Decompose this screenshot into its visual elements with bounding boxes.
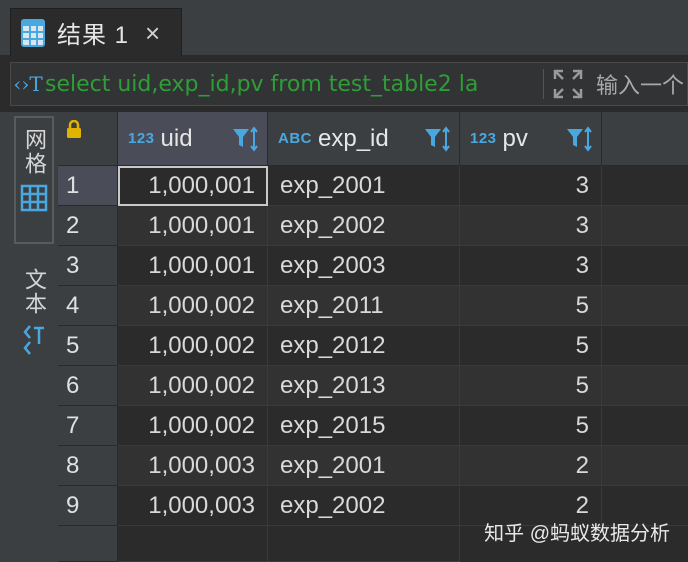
filter-sort-icon[interactable] bbox=[231, 125, 259, 153]
row-number[interactable]: 3 bbox=[58, 246, 118, 286]
cell-pv[interactable]: 5 bbox=[460, 326, 602, 366]
filler-cell bbox=[602, 206, 688, 246]
filter-sort-icon[interactable] bbox=[423, 125, 451, 153]
text-view-button[interactable]: 文本 bbox=[14, 262, 54, 372]
cell-exp-id[interactable]: exp_2002 bbox=[268, 486, 460, 526]
filler-cell bbox=[602, 246, 688, 286]
filler-cell bbox=[602, 366, 688, 406]
column-header-pv[interactable]: 123 pv bbox=[460, 112, 602, 166]
empty-cell bbox=[268, 526, 460, 562]
cell-pv[interactable]: 5 bbox=[460, 286, 602, 326]
cell-pv[interactable]: 5 bbox=[460, 406, 602, 446]
filler-cell bbox=[602, 286, 688, 326]
grid-icon bbox=[20, 184, 48, 212]
row-number[interactable]: 4 bbox=[58, 286, 118, 326]
cell-uid[interactable]: 1,000,003 bbox=[118, 446, 268, 486]
tab-results-1[interactable]: 结果 1 × bbox=[10, 8, 182, 56]
cell-exp-id[interactable]: exp_2003 bbox=[268, 246, 460, 286]
cell-pv[interactable]: 5 bbox=[460, 366, 602, 406]
cell-uid[interactable]: 1,000,002 bbox=[118, 366, 268, 406]
text-view-label: 文本 bbox=[22, 268, 47, 316]
cell-uid[interactable]: 1,000,002 bbox=[118, 406, 268, 446]
filler-cell bbox=[602, 326, 688, 366]
grid-corner bbox=[58, 112, 118, 166]
filter-query-input[interactable]: select uid,exp_id,pv from test_table2 la bbox=[45, 72, 539, 97]
view-mode-panel: 网格 文本 bbox=[0, 112, 58, 562]
row-number[interactable]: 1 bbox=[58, 166, 118, 206]
row-number[interactable]: 2 bbox=[58, 206, 118, 246]
column-name: uid bbox=[160, 124, 193, 152]
cell-exp-id[interactable]: exp_2012 bbox=[268, 326, 460, 366]
empty-cell bbox=[118, 526, 268, 562]
text-type-icon: ABC bbox=[278, 130, 312, 147]
filter-divider bbox=[543, 69, 544, 99]
row-number[interactable]: 6 bbox=[58, 366, 118, 406]
row-number[interactable]: 7 bbox=[58, 406, 118, 446]
column-name: pv bbox=[502, 124, 528, 152]
grid-view-label: 网格 bbox=[22, 128, 47, 176]
cell-pv[interactable]: 3 bbox=[460, 166, 602, 206]
cell-exp-id[interactable]: exp_2001 bbox=[268, 446, 460, 486]
filler-cell bbox=[602, 406, 688, 446]
cell-pv[interactable]: 3 bbox=[460, 206, 602, 246]
numeric-type-icon: 123 bbox=[470, 130, 497, 147]
close-icon[interactable]: × bbox=[145, 20, 160, 46]
table-grid-icon bbox=[21, 18, 45, 47]
numeric-type-icon: 123 bbox=[128, 130, 155, 147]
filler-cell bbox=[602, 166, 688, 206]
grid-view-button[interactable]: 网格 bbox=[14, 116, 54, 244]
filter-placeholder-input[interactable]: 输入一个 bbox=[588, 68, 687, 100]
filter-sort-icon[interactable] bbox=[565, 125, 593, 153]
column-header-uid[interactable]: 123 uid bbox=[118, 112, 268, 166]
cell-exp-id[interactable]: exp_2013 bbox=[268, 366, 460, 406]
rownum-filler bbox=[58, 526, 118, 562]
sql-editor-glyph: ‹›T bbox=[13, 72, 43, 96]
results-grid: 123 uid ABC exp_id 123 pv 1 1,000,001 exp_… bbox=[58, 112, 688, 562]
lock-icon bbox=[67, 120, 81, 138]
cell-exp-id[interactable]: exp_2011 bbox=[268, 286, 460, 326]
cell-uid[interactable]: 1,000,002 bbox=[118, 286, 268, 326]
cell-exp-id[interactable]: exp_2002 bbox=[268, 206, 460, 246]
results-tabbar: 结果 1 × bbox=[0, 0, 688, 56]
row-number[interactable]: 9 bbox=[58, 486, 118, 526]
expand-arrows-icon bbox=[553, 69, 583, 99]
row-number[interactable]: 5 bbox=[58, 326, 118, 366]
cell-uid[interactable]: 1,000,001 bbox=[118, 166, 268, 206]
filler-cell bbox=[602, 446, 688, 486]
cell-pv[interactable]: 3 bbox=[460, 246, 602, 286]
cell-uid[interactable]: 1,000,002 bbox=[118, 326, 268, 366]
cell-pv[interactable]: 2 bbox=[460, 446, 602, 486]
cell-uid[interactable]: 1,000,001 bbox=[118, 206, 268, 246]
sql-editor-icon[interactable]: ‹›T bbox=[11, 69, 45, 99]
expand-icon[interactable] bbox=[548, 66, 588, 102]
column-name: exp_id bbox=[318, 124, 389, 152]
header-filler bbox=[602, 112, 688, 166]
watermark: 知乎 @蚂蚁数据分析 bbox=[484, 523, 670, 545]
filter-bar: ‹›T select uid,exp_id,pv from test_table… bbox=[10, 62, 688, 106]
row-number[interactable]: 8 bbox=[58, 446, 118, 486]
cell-uid[interactable]: 1,000,003 bbox=[118, 486, 268, 526]
cell-uid[interactable]: 1,000,001 bbox=[118, 246, 268, 286]
cell-exp-id[interactable]: exp_2015 bbox=[268, 406, 460, 446]
tab-title: 结果 1 bbox=[57, 22, 130, 49]
cell-exp-id[interactable]: exp_2001 bbox=[268, 166, 460, 206]
column-header-exp-id[interactable]: ABC exp_id bbox=[268, 112, 460, 166]
text-mode-icon bbox=[23, 325, 44, 355]
